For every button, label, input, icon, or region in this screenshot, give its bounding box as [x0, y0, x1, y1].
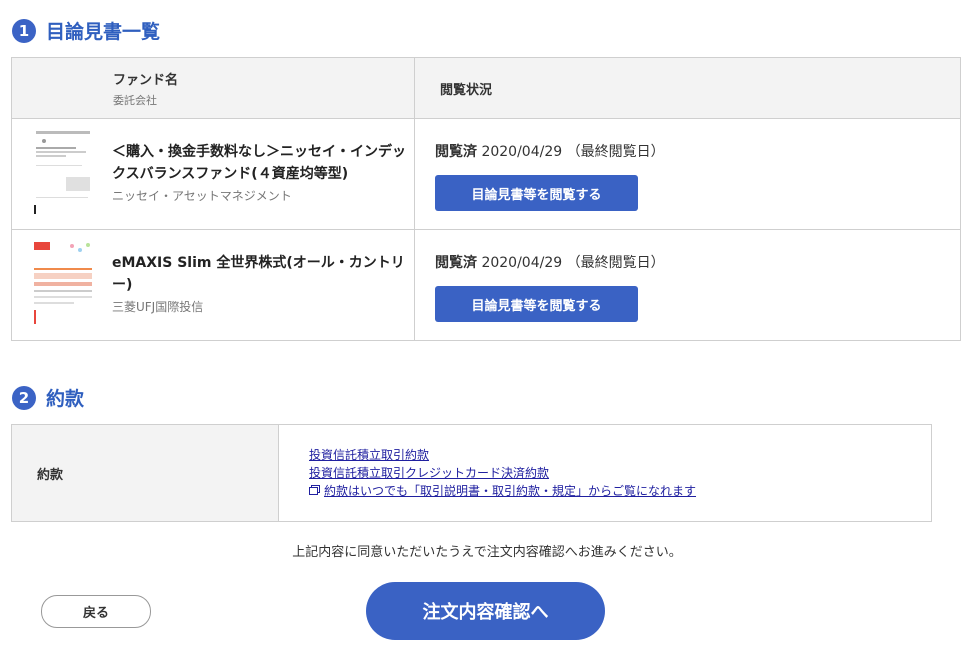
- status-date: 2020/04/29: [481, 255, 563, 271]
- status-cell: 閲覧済 2020/04/29 （最終閲覧日） 目論見書等を閲覧する: [414, 229, 961, 341]
- header-fund: ファンド名 委託会社: [11, 57, 415, 119]
- prospectus-thumbnail: [32, 129, 94, 215]
- table-row: ＜購入・換金手数料なし＞ニッセイ・インデックスバランスファンド(４資産均等型) …: [11, 118, 961, 230]
- table-row: eMAXIS Slim 全世界株式(オール・カントリー) 三菱UFJ国際投信 閲…: [11, 229, 961, 341]
- status-line: 閲覧済 2020/04/29 （最終閲覧日）: [435, 141, 665, 161]
- step-number-1: 1: [12, 18, 36, 43]
- section-title-terms: 約款: [46, 388, 85, 410]
- section-heading-terms: 2 約款: [12, 384, 84, 411]
- terms-link-credit-card[interactable]: 投資信託積立取引クレジットカード決済約款: [309, 464, 930, 482]
- fund-name: ＜購入・換金手数料なし＞ニッセイ・インデックスバランスファンド(４資産均等型): [112, 144, 406, 182]
- fund-name: eMAXIS Slim 全世界株式(オール・カントリー): [112, 255, 405, 293]
- fund-cell: ＜購入・換金手数料なし＞ニッセイ・インデックスバランスファンド(４資産均等型) …: [11, 118, 415, 230]
- status-note: （最終閲覧日）: [566, 144, 665, 160]
- prospectus-thumbnail: [32, 240, 94, 326]
- terms-links: 投資信託積立取引約款 投資信託積立取引クレジットカード決済約款 約款はいつでも「…: [278, 424, 932, 522]
- fund-company: ニッセイ・アセットマネジメント: [112, 189, 292, 203]
- terms-label: 約款: [11, 424, 279, 522]
- fund-company: 三菱UFJ国際投信: [112, 300, 204, 314]
- section-heading-prospectus: 1 目論見書一覧: [12, 17, 160, 44]
- back-button[interactable]: 戻る: [41, 595, 151, 628]
- header-status-label: 閲覧状況: [440, 82, 493, 98]
- confirm-order-button[interactable]: 注文内容確認へ: [366, 582, 605, 640]
- header-company: 委託会社: [113, 93, 157, 107]
- view-prospectus-button[interactable]: 目論見書等を閲覧する: [435, 175, 638, 211]
- status-date: 2020/04/29: [481, 144, 563, 160]
- header-fund-name: ファンド名: [113, 72, 179, 88]
- status-cell: 閲覧済 2020/04/29 （最終閲覧日） 目論見書等を閲覧する: [414, 118, 961, 230]
- table-header-row: ファンド名 委託会社 閲覧状況: [11, 57, 961, 119]
- status-note: （最終閲覧日）: [566, 255, 665, 271]
- step-number-2: 2: [12, 385, 36, 410]
- section-title-prospectus: 目論見書一覧: [46, 21, 161, 43]
- terms-link-external[interactable]: 約款はいつでも「取引説明書・取引約款・規定」からご覧になれます: [309, 482, 930, 500]
- terms-row: 約款 投資信託積立取引約款 投資信託積立取引クレジットカード決済約款 約款はいつ…: [11, 424, 932, 522]
- status-line: 閲覧済 2020/04/29 （最終閲覧日）: [435, 252, 665, 272]
- status-label: 閲覧済: [435, 255, 477, 271]
- view-prospectus-button[interactable]: 目論見書等を閲覧する: [435, 286, 638, 322]
- fund-cell: eMAXIS Slim 全世界株式(オール・カントリー) 三菱UFJ国際投信: [11, 229, 415, 341]
- header-status: 閲覧状況: [414, 57, 961, 119]
- terms-table: 約款 投資信託積立取引約款 投資信託積立取引クレジットカード決済約款 約款はいつ…: [11, 424, 932, 522]
- terms-link-accumulation[interactable]: 投資信託積立取引約款: [309, 446, 930, 464]
- agreement-text: 上記内容に同意いただいたうえで注文内容確認へお進みください。: [292, 545, 682, 560]
- status-label: 閲覧済: [435, 144, 477, 160]
- prospectus-table: ファンド名 委託会社 閲覧状況 ＜購入・換金手数料なし＞ニッセイ・インデックスバ…: [11, 57, 961, 341]
